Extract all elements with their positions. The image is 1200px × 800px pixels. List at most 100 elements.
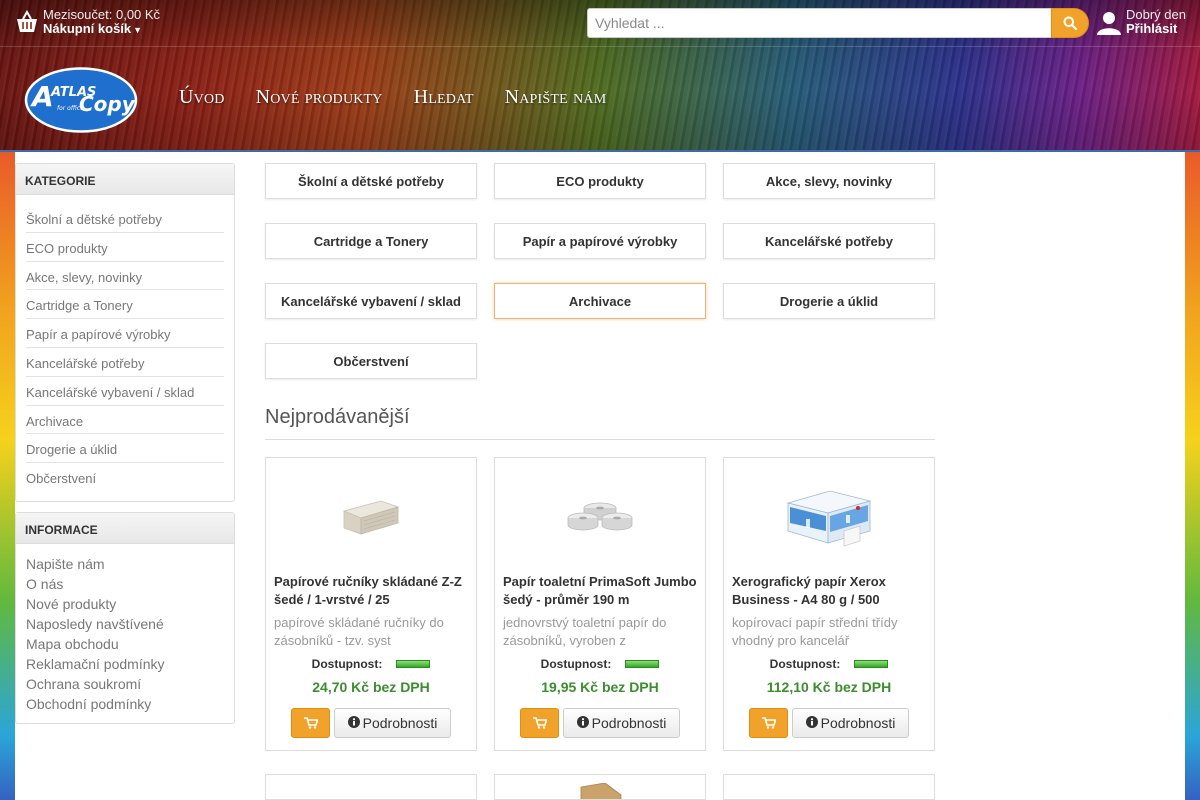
info-link[interactable]: Naposledy navštívené [26,616,164,632]
details-label: Podrobnosti [820,715,896,731]
product-price: 24,70 Kč bez DPH [312,679,430,695]
sidebar-category-link[interactable]: Akce, slevy, novinky [26,270,142,285]
info-circle-icon [347,715,360,731]
product-card [494,774,706,800]
bestsellers-heading: Nejprodávanější [265,406,935,440]
info-link[interactable]: Napište nám [26,556,105,572]
list-item: Občerstvení [26,463,224,492]
sidebar-category-link[interactable]: Kancelářské potřeby [26,356,145,371]
sidebar-category-link[interactable]: Archivace [26,414,83,429]
info-link[interactable]: Reklamační podmínky [26,656,165,672]
paper-box-image [786,490,872,546]
availability-label: Dostupnost: [540,657,612,671]
availability: Dostupnost: [495,656,705,672]
nav-contact[interactable]: Napište nám [505,86,607,109]
info-circle-icon [805,715,818,731]
list-item: Napište nám [26,556,224,576]
list-item: Drogerie a úklid [26,434,224,464]
product-actions: Podrobnosti [724,708,934,738]
nav-new-products[interactable]: Nové produkty [256,86,383,109]
folded-towels-image [342,500,400,535]
category-button[interactable]: Cartridge a Tonery [265,223,477,259]
info-link[interactable]: Obchodní podmínky [26,696,151,712]
product-price: 112,10 Kč bez DPH [766,679,892,695]
search-input[interactable] [587,8,1051,38]
list-item: O nás [26,576,224,596]
category-button[interactable]: Kancelářské potřeby [723,223,935,259]
product-name[interactable]: Papír toaletní PrimaSoft Jumbo šedý - pr… [495,573,705,611]
main-nav: Úvod Nové produkty Hledat Napište nám [179,86,637,109]
info-link[interactable]: O nás [26,576,63,592]
cart-subtotal: Mezisoučet: 0,00 Kč [43,7,161,22]
product-name[interactable]: Papírové ručníky skládané Z-Z šedé / 1-v… [266,573,476,611]
product-image[interactable] [724,458,934,573]
list-item: ECO produkty [26,233,224,262]
nav-home[interactable]: Úvod [179,86,225,109]
sidebar-category-link[interactable]: Drogerie a úklid [26,442,117,457]
add-to-cart-button[interactable] [520,708,559,738]
kraft-bag-image [580,783,622,799]
category-button-hovered[interactable]: Archivace [494,283,706,319]
logo-tagline: for office [57,105,84,112]
details-button[interactable]: Podrobnosti [334,708,451,738]
product-image[interactable] [266,458,476,573]
category-button[interactable]: ECO produkty [494,163,706,199]
category-button[interactable]: Kancelářské vybavení / sklad [265,283,477,319]
info-link[interactable]: Mapa obchodu [26,636,119,652]
product-description: papírové skládané ručníky do zásobníků -… [274,615,444,648]
product-name[interactable]: Xerografický papír Xerox Business - A4 8… [724,573,934,611]
user-icon [1097,12,1121,35]
list-item: Školní a dětské potřeby [26,204,224,233]
add-to-cart-button[interactable] [291,708,330,738]
product-price: 19,95 Kč bez DPH [541,679,659,695]
availability-bar [396,660,431,668]
sidebar-category-link[interactable]: ECO produkty [26,241,108,256]
sidebar-category-link[interactable]: Kancelářské vybavení / sklad [26,385,194,400]
sidebar-category-link[interactable]: Papír a papírové výrobky [26,327,171,342]
product-description: kopírovací papír střední třídy vhodný pr… [732,615,898,648]
list-item: Kancelářské vybavení / sklad [26,377,224,406]
sidebar-category-link[interactable]: Školní a dětské potřeby [26,212,162,227]
cart-widget[interactable]: Mezisoučet: 0,00 Kč Nákupní košík ▼ [16,8,160,37]
nav-search[interactable]: Hledat [414,86,474,109]
cart-label: Nákupní košík [43,21,132,36]
list-item: Reklamační podmínky [26,656,224,676]
availability-bar [854,660,889,668]
category-button[interactable]: Občerstvení [265,343,477,379]
info-link[interactable]: Nové produkty [26,596,116,612]
info-list: Napište nám O nás Nové produkty Naposled… [16,544,234,724]
basket-icon [17,10,37,32]
category-button[interactable]: Školní a dětské potřeby [265,163,477,199]
search-button[interactable] [1051,8,1089,38]
details-button[interactable]: Podrobnosti [563,708,680,738]
list-item: Archivace [26,406,224,435]
shopping-cart-icon [303,717,318,729]
product-image[interactable] [495,458,705,573]
categories-heading: KATEGORIE [16,164,234,195]
category-button[interactable]: Akce, slevy, novinky [723,163,935,199]
sidebar-category-link[interactable]: Cartridge a Tonery [26,298,133,313]
list-item: Nové produkty [26,596,224,616]
add-to-cart-button[interactable] [749,708,788,738]
search-icon [1063,16,1077,30]
category-button[interactable]: Drogerie a úklid [723,283,935,319]
user-widget[interactable]: Dobrý den Přihlásit [1097,8,1186,36]
search-form [587,8,1089,38]
site-header: Mezisoučet: 0,00 Kč Nákupní košík▼ Dobrý… [0,0,1200,152]
categories-list: Školní a dětské potřeby ECO produkty Akc… [16,195,234,498]
list-item: Papír a papírové výrobky [26,319,224,348]
atlas-copy-logo[interactable]: A ATLAS Copy for office [24,67,138,133]
list-item: Obchodní podmínky [26,696,224,716]
category-button[interactable]: Papír a papírové výrobky [494,223,706,259]
shopping-cart-icon [532,717,547,729]
list-item: Mapa obchodu [26,636,224,656]
cart-dropdown-toggle[interactable]: Nákupní košík ▼ [43,22,160,37]
list-item: Cartridge a Tonery [26,290,224,320]
login-link[interactable]: Přihlásit [1126,22,1186,36]
top-bar: Mezisoučet: 0,00 Kč Nákupní košík▼ Dobrý… [0,0,1200,47]
details-button[interactable]: Podrobnosti [792,708,909,738]
info-link[interactable]: Ochrana soukromí [26,676,141,692]
product-card [265,774,477,800]
sidebar-category-link[interactable]: Občerstvení [26,471,96,486]
list-item: Kancelářské potřeby [26,348,224,377]
